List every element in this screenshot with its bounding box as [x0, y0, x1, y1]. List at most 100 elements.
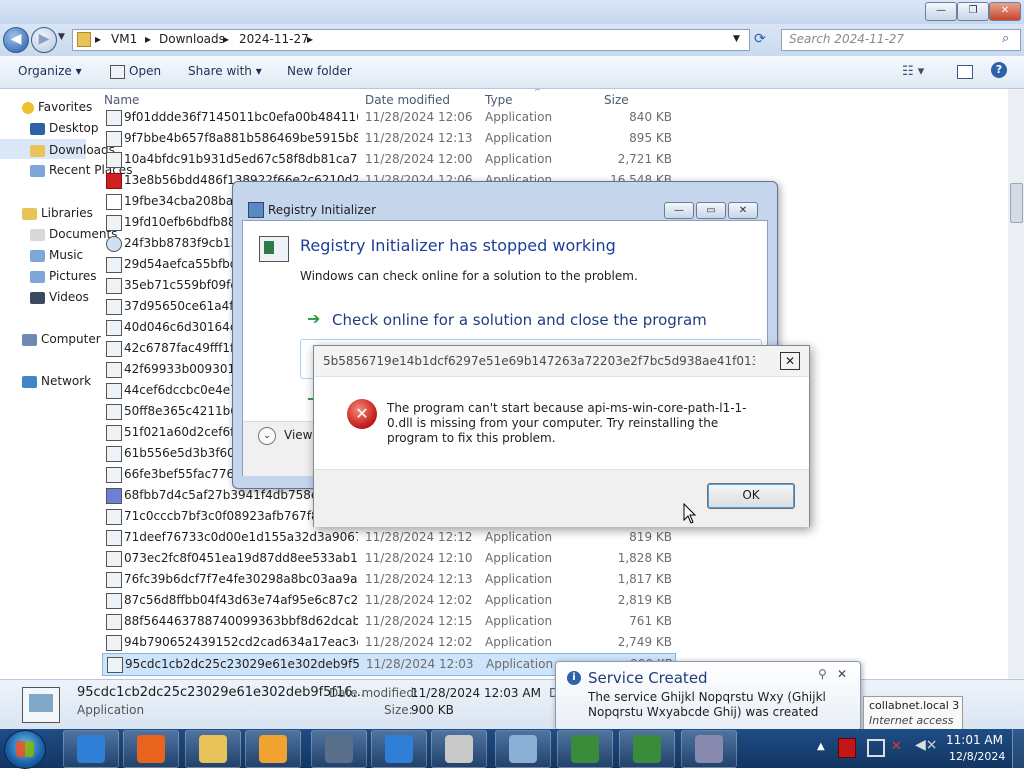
file-row[interactable]: 87c56d8ffbb04f43d63e74af95e6c87c2a58... 1… — [102, 590, 674, 611]
file-row[interactable]: 88f564463788740099363bbf8d62dcab38a6... 1… — [102, 611, 674, 632]
nav-desktop[interactable]: Desktop — [30, 121, 99, 135]
registry-close-button[interactable]: ✕ — [728, 202, 758, 219]
action-center-icon[interactable] — [867, 739, 885, 757]
nav-music-label: Music — [49, 248, 84, 262]
file-type: Application — [485, 131, 553, 145]
app-icon — [106, 425, 122, 441]
folder-icon — [77, 32, 91, 47]
check-online-option[interactable]: Check online for a solution and close th… — [332, 311, 707, 329]
file-size: 2,819 KB — [617, 593, 672, 607]
search-icon[interactable]: ⌕ — [1002, 31, 1009, 46]
ok-button[interactable]: OK — [707, 483, 795, 509]
back-button[interactable]: ◀ — [3, 27, 29, 53]
taskbar-button[interactable] — [681, 730, 737, 768]
file-row[interactable]: 9f7bbe4b657f8a881b586469be5915b8e67... 11… — [102, 128, 674, 149]
recent-places-icon — [30, 164, 45, 177]
breadcrumb-vm1[interactable]: VM1 — [111, 32, 137, 46]
nav-network[interactable]: Network — [22, 374, 91, 388]
file-type: Application — [485, 614, 553, 628]
address-dropdown-icon[interactable]: ▼ — [733, 34, 740, 44]
chevron-down-icon[interactable]: ⌄ — [258, 427, 276, 445]
file-row[interactable]: 10a4bfdc91b931d5ed67c58f8db81ca7d35... 11… — [102, 149, 674, 170]
taskbar-button[interactable] — [371, 730, 427, 768]
recent-pages-icon[interactable]: ▼ — [58, 32, 65, 42]
maximize-button[interactable]: ❐ — [957, 2, 989, 21]
taskbar-button[interactable] — [245, 730, 301, 768]
details-filename: 95cdc1cb2dc25c23029e61e302deb9f5f16... — [77, 685, 365, 700]
notification-close-button[interactable]: ✕ — [837, 667, 847, 681]
breadcrumb-date-folder[interactable]: 2024-11-27 — [239, 32, 309, 46]
pin-icon[interactable]: ⚲ — [818, 667, 827, 681]
taskbar-button[interactable] — [431, 730, 487, 768]
column-header-date[interactable]: Date modified — [365, 93, 450, 107]
new-folder-button[interactable]: New folder — [287, 64, 352, 78]
view-options-icon[interactable]: ☷ ▾ — [902, 64, 924, 79]
file-row[interactable]: 94b790652439152cd2cad634a17eac3cd8b... 11… — [102, 632, 674, 653]
file-row[interactable]: 71deef76733c0d00e1d155a32d3a906755... 11/… — [102, 527, 674, 548]
app-icon — [106, 152, 122, 168]
search-placeholder: Search 2024-11-27 — [789, 32, 905, 46]
network-x-icon[interactable]: ✕ — [891, 739, 902, 754]
selected-file-icon — [22, 687, 60, 723]
tray-app-icon[interactable] — [838, 738, 856, 758]
column-header-name[interactable]: Name — [104, 93, 139, 107]
breadcrumb-sep[interactable]: ▸ — [145, 32, 151, 46]
nav-pictures[interactable]: Pictures — [30, 269, 97, 283]
taskbar-button[interactable] — [557, 730, 613, 768]
media-player-icon — [259, 735, 287, 763]
forward-button[interactable]: ▶ — [31, 27, 57, 53]
search-input[interactable]: Search 2024-11-27 ⌕ — [781, 29, 1021, 51]
taskbar-button[interactable] — [63, 730, 119, 768]
share-with-button[interactable]: Share with ▾ — [188, 64, 262, 78]
column-header-size[interactable]: Size — [604, 93, 629, 107]
taskbar-button[interactable] — [123, 730, 179, 768]
taskbar-button[interactable] — [311, 730, 367, 768]
window-titlebar: — ❐ ✕ — [0, 0, 1024, 24]
taskbar-button[interactable] — [619, 730, 675, 768]
breadcrumb-sep[interactable]: ▸ — [223, 32, 229, 46]
registry-minimize-button[interactable]: — — [664, 202, 694, 219]
vertical-scrollbar[interactable] — [1008, 89, 1024, 679]
file-row[interactable]: 76fc39b6dcf7f7e4fe30298a8bc03aa9a175f...… — [102, 569, 674, 590]
service-created-notification[interactable]: i Service Created ⚲ ✕ The service Ghijkl… — [555, 661, 861, 731]
libraries-icon — [22, 207, 37, 220]
file-type: Application — [485, 152, 553, 166]
breadcrumb-downloads[interactable]: Downloads — [159, 32, 225, 46]
volume-muted-icon[interactable]: ◀× — [915, 737, 938, 753]
nav-downloads[interactable]: Downloads — [0, 139, 115, 159]
nav-music[interactable]: Music — [30, 248, 83, 262]
navigation-pane: Favorites Desktop Downloads Recent Place… — [0, 89, 132, 679]
nav-videos[interactable]: Videos — [30, 290, 89, 304]
documents-icon — [30, 228, 45, 241]
taskbar-button[interactable] — [185, 730, 241, 768]
clock-date[interactable]: 12/8/2024 — [949, 750, 1005, 763]
scrollbar-thumb[interactable] — [1010, 183, 1023, 223]
chart-check-icon-2 — [633, 735, 661, 763]
preview-pane-icon[interactable] — [957, 65, 973, 79]
show-hidden-icons-icon[interactable]: ▲ — [817, 741, 825, 752]
breadcrumb-root-arrow[interactable]: ▸ — [95, 32, 101, 46]
show-desktop-button[interactable] — [1012, 729, 1024, 768]
file-row[interactable]: 073ec2fc8f0451ea19d87dd8ee533ab1f2de... 1… — [102, 548, 674, 569]
start-button[interactable] — [4, 730, 46, 769]
registry-maximize-button[interactable]: ▭ — [696, 202, 726, 219]
error-dialog-footer: OK — [314, 469, 809, 527]
help-icon[interactable]: ? — [991, 62, 1007, 78]
nav-computer[interactable]: Computer — [22, 332, 101, 346]
refresh-icon[interactable]: ⟳ — [754, 31, 766, 47]
file-row[interactable]: 9f01ddde36f7145011bc0efa00b484116a36... 1… — [102, 107, 674, 128]
organize-button[interactable]: Organize ▾ — [18, 64, 82, 78]
breadcrumb-sep[interactable]: ▸ — [307, 32, 313, 46]
nav-favorites[interactable]: Favorites — [22, 100, 92, 114]
registry-dialog-title: Registry Initializer — [268, 203, 377, 217]
address-bar[interactable]: ▸ VM1 ▸ Downloads ▸ 2024-11-27 ▸ ▼ — [72, 29, 750, 51]
close-button[interactable]: ✕ — [989, 2, 1021, 21]
nav-libraries[interactable]: Libraries — [22, 206, 93, 220]
open-button[interactable]: Open — [129, 64, 161, 78]
minimize-button[interactable]: — — [925, 2, 957, 21]
column-header-type[interactable]: Type — [485, 93, 513, 107]
taskbar-button[interactable] — [495, 730, 551, 768]
file-type: Application — [485, 551, 553, 565]
error-close-button[interactable]: ✕ — [780, 352, 800, 370]
clock-time[interactable]: 11:01 AM — [946, 733, 1003, 747]
